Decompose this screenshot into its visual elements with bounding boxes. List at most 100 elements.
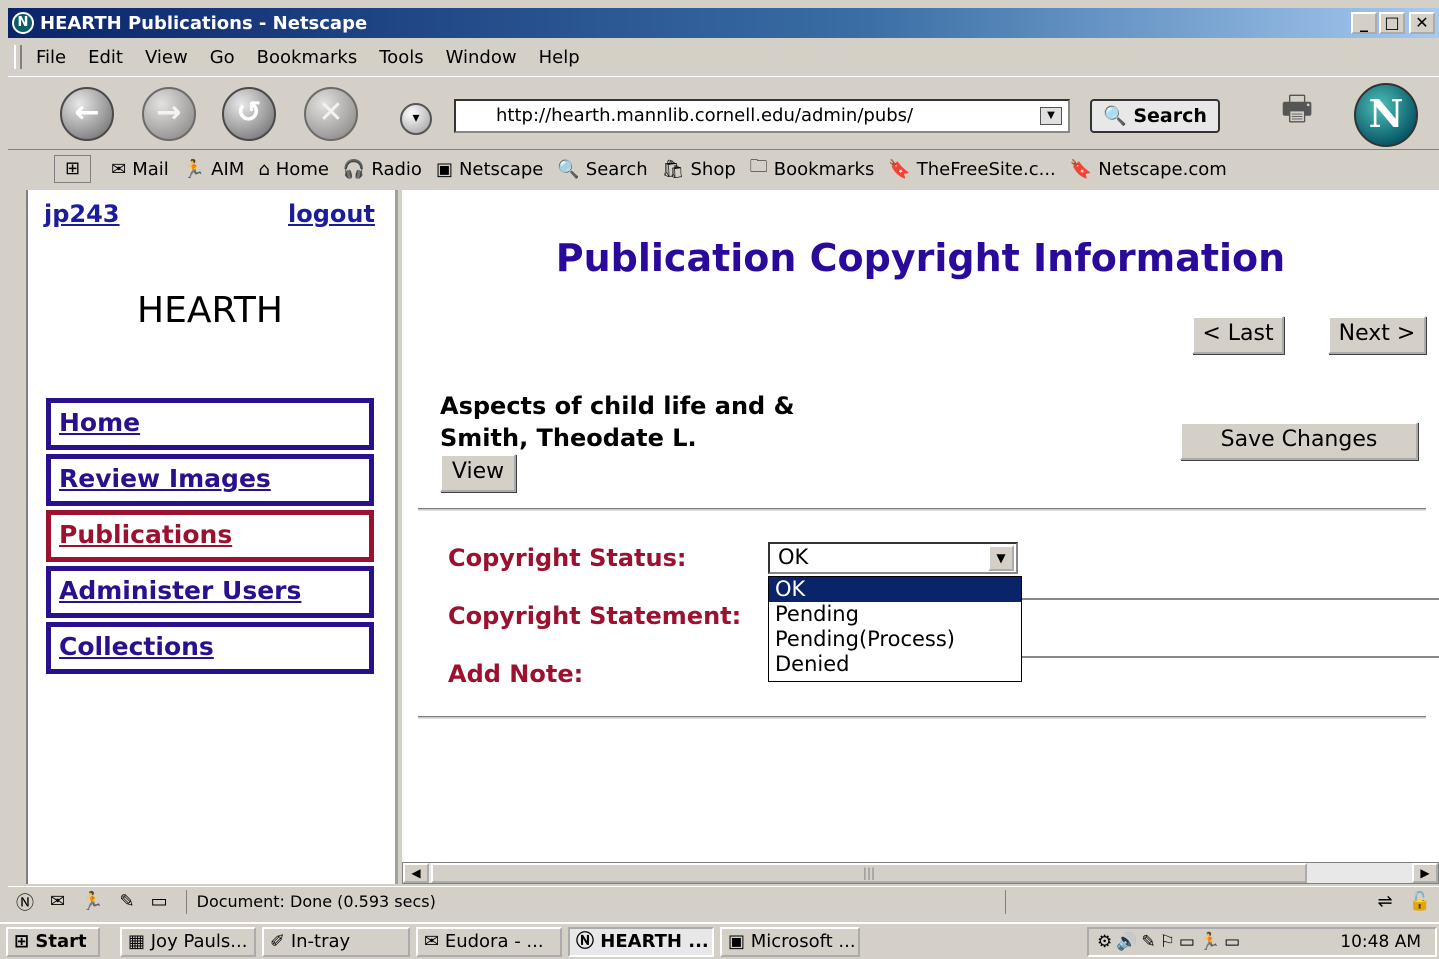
toolbar-item-label: Netscape [458,158,544,180]
spreadsheet-icon: ▦ [128,930,146,952]
window-title-bar: N HEARTH Publications - Netscape _ □ ✕ [8,8,1439,38]
search-button[interactable]: 🔍 Search [1090,99,1220,133]
clock[interactable]: 10:48 AM [1340,932,1421,952]
magnifier-icon: 🔍 [1103,105,1127,127]
task-joy-pauls[interactable]: ▦ Joy Pauls... [120,926,256,957]
connection-icon: ⇌ [1377,891,1393,912]
toolbar-item-netscape-com[interactable]: 🔖 Netscape.com [1070,159,1227,180]
copyright-status-select[interactable]: OK ▼ [768,542,1018,574]
reload-button[interactable]: ↺ [222,87,276,141]
menu-window[interactable]: Window [446,47,517,68]
toolbar-item-label: Home [275,158,329,180]
nav-link-collections[interactable]: Collections [59,632,214,661]
task-microsoft[interactable]: ▣ Microsoft ... [720,926,860,957]
eudora-icon: ✉ [424,930,440,952]
menu-edit[interactable]: Edit [88,47,123,68]
triangle-left-icon: ◀ [411,866,421,880]
menu-tools[interactable]: Tools [379,47,423,68]
nav-link-publications[interactable]: Publications [59,520,232,549]
close-button[interactable]: ✕ [1409,12,1435,34]
print-icon[interactable]: 🖶 [1270,85,1324,133]
composer-icon[interactable]: ✎ [120,891,135,912]
task-label: HEARTH ... [600,930,709,952]
next-button[interactable]: Next > [1328,316,1426,354]
status-option-pending-process[interactable]: Pending(Process) [769,627,1021,652]
toolbar-grip[interactable] [14,45,22,69]
divider-top [418,508,1426,511]
status-option-pending[interactable]: Pending [769,602,1021,627]
folder-icon: 🗀 [749,156,768,177]
task-eudora[interactable]: ✉ Eudora - ... [416,926,562,957]
maximize-button[interactable]: □ [1379,12,1405,34]
url-input[interactable]: http://hearth.mannlib.cornell.edu/admin/… [454,99,1070,133]
task-hearth[interactable]: Ⓝ HEARTH ... [568,926,714,957]
toolbar-item-home[interactable]: ⌂ Home [258,159,329,180]
scroll-right-button[interactable]: ▶ [1412,863,1438,883]
sidebar-grip[interactable] [8,190,28,884]
toolbar-item-label: Search [585,158,648,180]
copyright-status-options: OK Pending Pending(Process) Denied [768,576,1022,682]
toolbar-item-search[interactable]: 🔍 Search [557,159,647,180]
logout-link[interactable]: logout [288,200,375,228]
netscape-status-icon[interactable]: Ⓝ [16,889,34,915]
menu-bookmarks[interactable]: Bookmarks [257,47,358,68]
toolbar-item-bookmarks[interactable]: 🗀 Bookmarks [750,154,875,184]
toolbar-item-label: Mail [132,158,169,180]
status-option-denied[interactable]: Denied [769,652,1021,677]
menu-view[interactable]: View [145,47,188,68]
start-button[interactable]: ⊞ Start [6,926,100,957]
new-tab-button[interactable]: ⊞ [54,155,92,183]
nav-box-administer-users: Administer Users [46,566,374,618]
stop-icon: ✕ [318,95,344,130]
user-link[interactable]: jp243 [44,200,120,228]
minimize-button[interactable]: _ [1351,12,1377,34]
brand-title: HEARTH [137,290,283,331]
back-arrow-icon: ← [74,95,100,130]
aim-icon: 🏃 [182,158,206,180]
menu-bar: File Edit View Go Bookmarks Tools Window… [8,40,1439,74]
menu-go[interactable]: Go [210,47,235,68]
forward-arrow-icon: → [156,95,182,130]
netscape-app-icon[interactable]: N [12,12,34,34]
aim-icon[interactable]: 🏃 [81,891,103,912]
back-button[interactable]: ← [60,87,114,141]
search-button-label: Search [1133,105,1207,127]
publication-info: Aspects of child life and & Smith, Theod… [440,390,795,454]
stop-button[interactable]: ✕ [304,87,358,141]
task-label: Eudora - ... [444,930,544,952]
task-in-tray[interactable]: ✐ In-tray [262,926,410,957]
toolbar-item-label: Shop [690,158,736,180]
scroll-left-button[interactable]: ◀ [403,863,429,883]
view-button[interactable]: View [440,454,516,492]
horizontal-scrollbar[interactable]: ◀ ||| ▶ [402,862,1439,884]
system-tray: ⚙🔊✎⚐▭🏃▭ 10:48 AM [1087,927,1437,957]
mail-icon: ✉ [111,158,127,180]
sidebar-frame: jp243 logout HEARTH Home Review Images P… [28,190,398,884]
address-book-icon[interactable]: ▭ [151,891,168,912]
toolbar-item-thefreesite[interactable]: 🔖 TheFreeSite.c... [888,159,1055,180]
chevron-down-icon[interactable]: ▼ [988,545,1014,571]
forward-button[interactable]: → [142,87,196,141]
nav-link-administer-users[interactable]: Administer Users [59,576,301,605]
scroll-thumb[interactable]: ||| [431,863,1307,883]
url-dropdown-icon[interactable]: ▼ [1040,107,1062,125]
save-changes-button[interactable]: Save Changes [1180,422,1418,460]
toolbar-item-radio[interactable]: 🎧 Radio [343,159,422,180]
toolbar-item-mynetscape[interactable]: ▣ Netscape [436,159,543,180]
netscape-task-icon: Ⓝ [576,930,594,952]
nav-link-home[interactable]: Home [59,408,140,437]
last-button[interactable]: < Last [1192,316,1284,354]
toolbar-item-mail[interactable]: ✉ Mail [111,159,169,180]
status-option-ok[interactable]: OK [769,577,1021,602]
mail-icon[interactable]: ✉ [50,891,65,912]
netscape-logo-icon[interactable]: N [1354,83,1418,147]
nav-box-home: Home [46,398,374,450]
menu-help[interactable]: Help [539,47,580,68]
toolbar-item-shop[interactable]: 🛍 Shop [662,159,736,180]
toolbar-item-aim[interactable]: 🏃 AIM [183,159,245,180]
history-dropdown-button[interactable]: ▾ [400,103,432,135]
menu-file[interactable]: File [36,47,66,68]
nav-link-review-images[interactable]: Review Images [59,464,271,493]
tray-icons[interactable]: ⚙🔊✎⚐▭🏃▭ [1097,929,1244,955]
divider-bottom [418,716,1426,719]
